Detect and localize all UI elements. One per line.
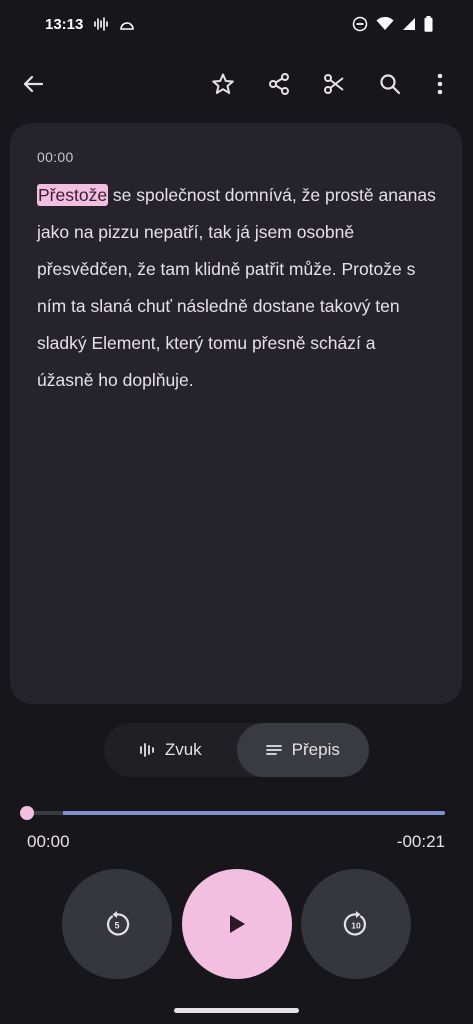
rewind-label: 5 <box>114 921 119 931</box>
forward-label: 10 <box>351 921 361 931</box>
highlighted-word[interactable]: Přestože <box>37 184 109 206</box>
home-indicator[interactable] <box>174 1008 299 1013</box>
cast-icon <box>119 18 135 30</box>
transcript-timestamp[interactable]: 00:00 <box>37 149 436 165</box>
transcript-body: se společnost domnívá, že prostě ananas … <box>37 185 436 390</box>
transcript-text[interactable]: Přestože se společnost domnívá, že prost… <box>37 177 436 399</box>
signal-icon <box>402 17 416 31</box>
play-button[interactable] <box>182 869 292 979</box>
share-icon[interactable] <box>259 64 299 104</box>
waveform-icon <box>139 742 155 758</box>
current-time: 00:00 <box>27 832 70 851</box>
scissors-icon[interactable] <box>314 64 354 104</box>
top-app-bar <box>0 58 473 110</box>
progress-thumb[interactable] <box>20 806 34 820</box>
tab-audio-label: Zvuk <box>164 740 202 759</box>
transcript-card: 00:00 Přestože se společnost domnívá, že… <box>10 123 462 704</box>
sound-wave-icon <box>93 17 109 31</box>
tab-transcript[interactable]: Přepis <box>236 723 369 777</box>
forward-10-icon: 10 <box>342 910 370 938</box>
more-vert-icon[interactable] <box>420 64 460 104</box>
play-icon <box>228 914 246 934</box>
rewind-5-icon: 5 <box>103 910 131 938</box>
tab-transcript-label: Přepis <box>291 740 340 759</box>
forward-button[interactable]: 10 <box>301 869 411 979</box>
rewind-button[interactable]: 5 <box>62 869 172 979</box>
notes-icon <box>265 744 282 756</box>
back-arrow-icon[interactable] <box>13 64 53 104</box>
search-icon[interactable] <box>370 64 410 104</box>
dnd-icon <box>352 16 368 32</box>
tab-audio[interactable]: Zvuk <box>104 723 237 777</box>
status-bar: 13:13 <box>0 0 473 48</box>
battery-icon <box>424 16 433 32</box>
progress-track[interactable] <box>27 811 445 815</box>
view-toggle: Zvuk Přepis <box>104 723 369 777</box>
star-icon[interactable] <box>203 64 243 104</box>
status-time: 13:13 <box>45 15 84 33</box>
remaining-time: -00:21 <box>396 832 445 851</box>
wifi-icon <box>376 17 394 31</box>
